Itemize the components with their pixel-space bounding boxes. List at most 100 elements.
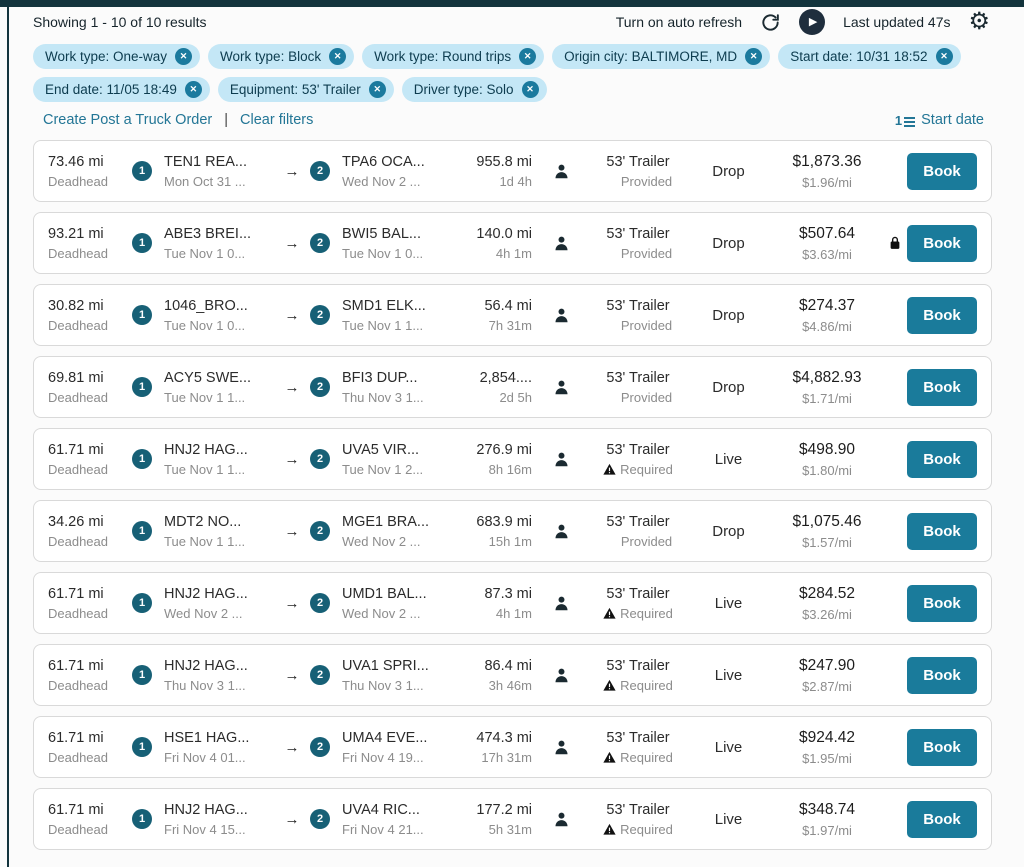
filter-chip: Equipment: 53' Trailer ✕ [218, 77, 394, 102]
stop-type: Drop [686, 379, 771, 396]
chip-close-icon[interactable]: ✕ [522, 81, 539, 98]
book-button[interactable]: Book [907, 585, 977, 622]
equipment-cell: 53' Trailer Required [590, 442, 686, 477]
stop-1-badge: 1 [132, 665, 152, 685]
chip-close-icon[interactable]: ✕ [185, 81, 202, 98]
route-arrow-icon: → [274, 379, 310, 396]
equipment-cell: 53' Trailer Required [590, 802, 686, 837]
clear-filters-link[interactable]: Clear filters [240, 112, 313, 128]
equipment-cell: 53' Trailer Required [590, 658, 686, 693]
chip-close-icon[interactable]: ✕ [745, 48, 762, 65]
settings-gear-icon[interactable]: ⚙ [968, 10, 990, 34]
driver-icon [532, 523, 590, 540]
deadhead-label: Deadhead [48, 390, 128, 405]
chip-close-icon[interactable]: ✕ [936, 48, 953, 65]
trip-duration: 1d 4h [452, 174, 532, 189]
lock-icon [883, 235, 907, 251]
book-button[interactable]: Book [907, 657, 977, 694]
rate-per-mile: $1.57/mi [771, 535, 883, 550]
chip-close-icon[interactable]: ✕ [175, 48, 192, 65]
play-button[interactable]: ▶ [799, 9, 825, 35]
destination-datetime: Fri Nov 4 19... [342, 750, 452, 765]
destination-cell: TPA6 OCA... Wed Nov 2 ... [342, 154, 452, 189]
stop-2-badge: 2 [310, 449, 330, 469]
refresh-icon[interactable] [760, 12, 781, 33]
book-button[interactable]: Book [907, 153, 977, 190]
destination-cell: MGE1 BRA... Wed Nov 2 ... [342, 514, 452, 549]
deadhead-miles: 61.71 mi [48, 586, 128, 602]
destination-cell: UVA5 VIR... Tue Nov 1 2... [342, 442, 452, 477]
book-button[interactable]: Book [907, 225, 977, 262]
price-cell: $507.64 $3.63/mi [771, 225, 883, 262]
trip-duration: 3h 46m [452, 678, 532, 693]
origin-datetime: Tue Nov 1 0... [164, 318, 274, 333]
distance-cell: 86.4 mi 3h 46m [452, 658, 532, 693]
auto-refresh-toggle[interactable]: Turn on auto refresh [616, 14, 742, 30]
load-card[interactable]: 61.71 mi Deadhead 1 HNJ2 HAG... Thu Nov … [33, 644, 992, 706]
rate-per-mile: $3.63/mi [771, 247, 883, 262]
load-card[interactable]: 93.21 mi Deadhead 1 ABE3 BREI... Tue Nov… [33, 212, 992, 274]
destination-cell: UMA4 EVE... Fri Nov 4 19... [342, 730, 452, 765]
deadhead-cell: 69.81 mi Deadhead [48, 370, 128, 405]
stop-2-badge: 2 [310, 233, 330, 253]
equipment-cell: 53' Trailer Provided [590, 154, 686, 189]
origin-cell: ABE3 BREI... Tue Nov 1 0... [164, 226, 274, 261]
book-button[interactable]: Book [907, 297, 977, 334]
load-card[interactable]: 61.71 mi Deadhead 1 HNJ2 HAG... Wed Nov … [33, 572, 992, 634]
total-price: $1,873.36 [771, 153, 883, 171]
book-button[interactable]: Book [907, 513, 977, 550]
route-arrow-icon: → [274, 739, 310, 756]
destination-code: BWI5 BAL... [342, 226, 452, 242]
load-card[interactable]: 73.46 mi Deadhead 1 TEN1 REA... Mon Oct … [33, 140, 992, 202]
deadhead-label: Deadhead [48, 534, 128, 549]
load-card[interactable]: 34.26 mi Deadhead 1 MDT2 NO... Tue Nov 1… [33, 500, 992, 562]
origin-code: HSE1 HAG... [164, 730, 274, 746]
destination-datetime: Tue Nov 1 2... [342, 462, 452, 477]
total-price: $274.37 [771, 297, 883, 315]
equipment-cell: 53' Trailer Provided [590, 514, 686, 549]
create-post-truck-order-link[interactable]: Create Post a Truck Order [43, 112, 212, 128]
trip-duration: 4h 1m [452, 606, 532, 621]
load-card[interactable]: 61.71 mi Deadhead 1 HNJ2 HAG... Fri Nov … [33, 788, 992, 850]
book-button[interactable]: Book [907, 801, 977, 838]
origin-datetime: Tue Nov 1 0... [164, 246, 274, 261]
load-card[interactable]: 30.82 mi Deadhead 1 1046_BRO... Tue Nov … [33, 284, 992, 346]
rate-per-mile: $1.96/mi [771, 175, 883, 190]
filter-chip-label: End date: 11/05 18:49 [45, 82, 177, 97]
book-button[interactable]: Book [907, 729, 977, 766]
equipment-note: Provided [621, 534, 672, 549]
origin-cell: HNJ2 HAG... Fri Nov 4 15... [164, 802, 274, 837]
stop-type: Live [686, 739, 771, 756]
load-card[interactable]: 61.71 mi Deadhead 1 HNJ2 HAG... Tue Nov … [33, 428, 992, 490]
chip-close-icon[interactable]: ✕ [369, 81, 386, 98]
origin-cell: MDT2 NO... Tue Nov 1 1... [164, 514, 274, 549]
destination-code: UMD1 BAL... [342, 586, 452, 602]
sort-control[interactable]: 1 Start date [895, 112, 984, 128]
stop-1-badge: 1 [132, 233, 152, 253]
load-card[interactable]: 69.81 mi Deadhead 1 ACY5 SWE... Tue Nov … [33, 356, 992, 418]
equipment-note: Provided [621, 174, 672, 189]
warning-icon [603, 751, 616, 764]
origin-cell: HNJ2 HAG... Wed Nov 2 ... [164, 586, 274, 621]
book-button[interactable]: Book [907, 441, 977, 478]
filter-chip-label: Equipment: 53' Trailer [230, 82, 361, 97]
origin-code: ABE3 BREI... [164, 226, 274, 242]
chip-close-icon[interactable]: ✕ [329, 48, 346, 65]
filter-chip: Work type: One-way ✕ [33, 44, 200, 69]
stop-type: Live [686, 667, 771, 684]
price-cell: $498.90 $1.80/mi [771, 441, 883, 478]
last-updated: Last updated 47s [843, 14, 950, 30]
book-button[interactable]: Book [907, 369, 977, 406]
origin-datetime: Tue Nov 1 1... [164, 534, 274, 549]
origin-cell: HNJ2 HAG... Thu Nov 3 1... [164, 658, 274, 693]
chip-close-icon[interactable]: ✕ [519, 48, 536, 65]
stop-2-badge: 2 [310, 809, 330, 829]
trip-duration: 2d 5h [452, 390, 532, 405]
deadhead-label: Deadhead [48, 678, 128, 693]
deadhead-cell: 61.71 mi Deadhead [48, 586, 128, 621]
trip-distance: 140.0 mi [452, 226, 532, 242]
equipment-note: Provided [621, 246, 672, 261]
destination-datetime: Tue Nov 1 0... [342, 246, 452, 261]
load-card[interactable]: 61.71 mi Deadhead 1 HSE1 HAG... Fri Nov … [33, 716, 992, 778]
price-cell: $274.37 $4.86/mi [771, 297, 883, 334]
